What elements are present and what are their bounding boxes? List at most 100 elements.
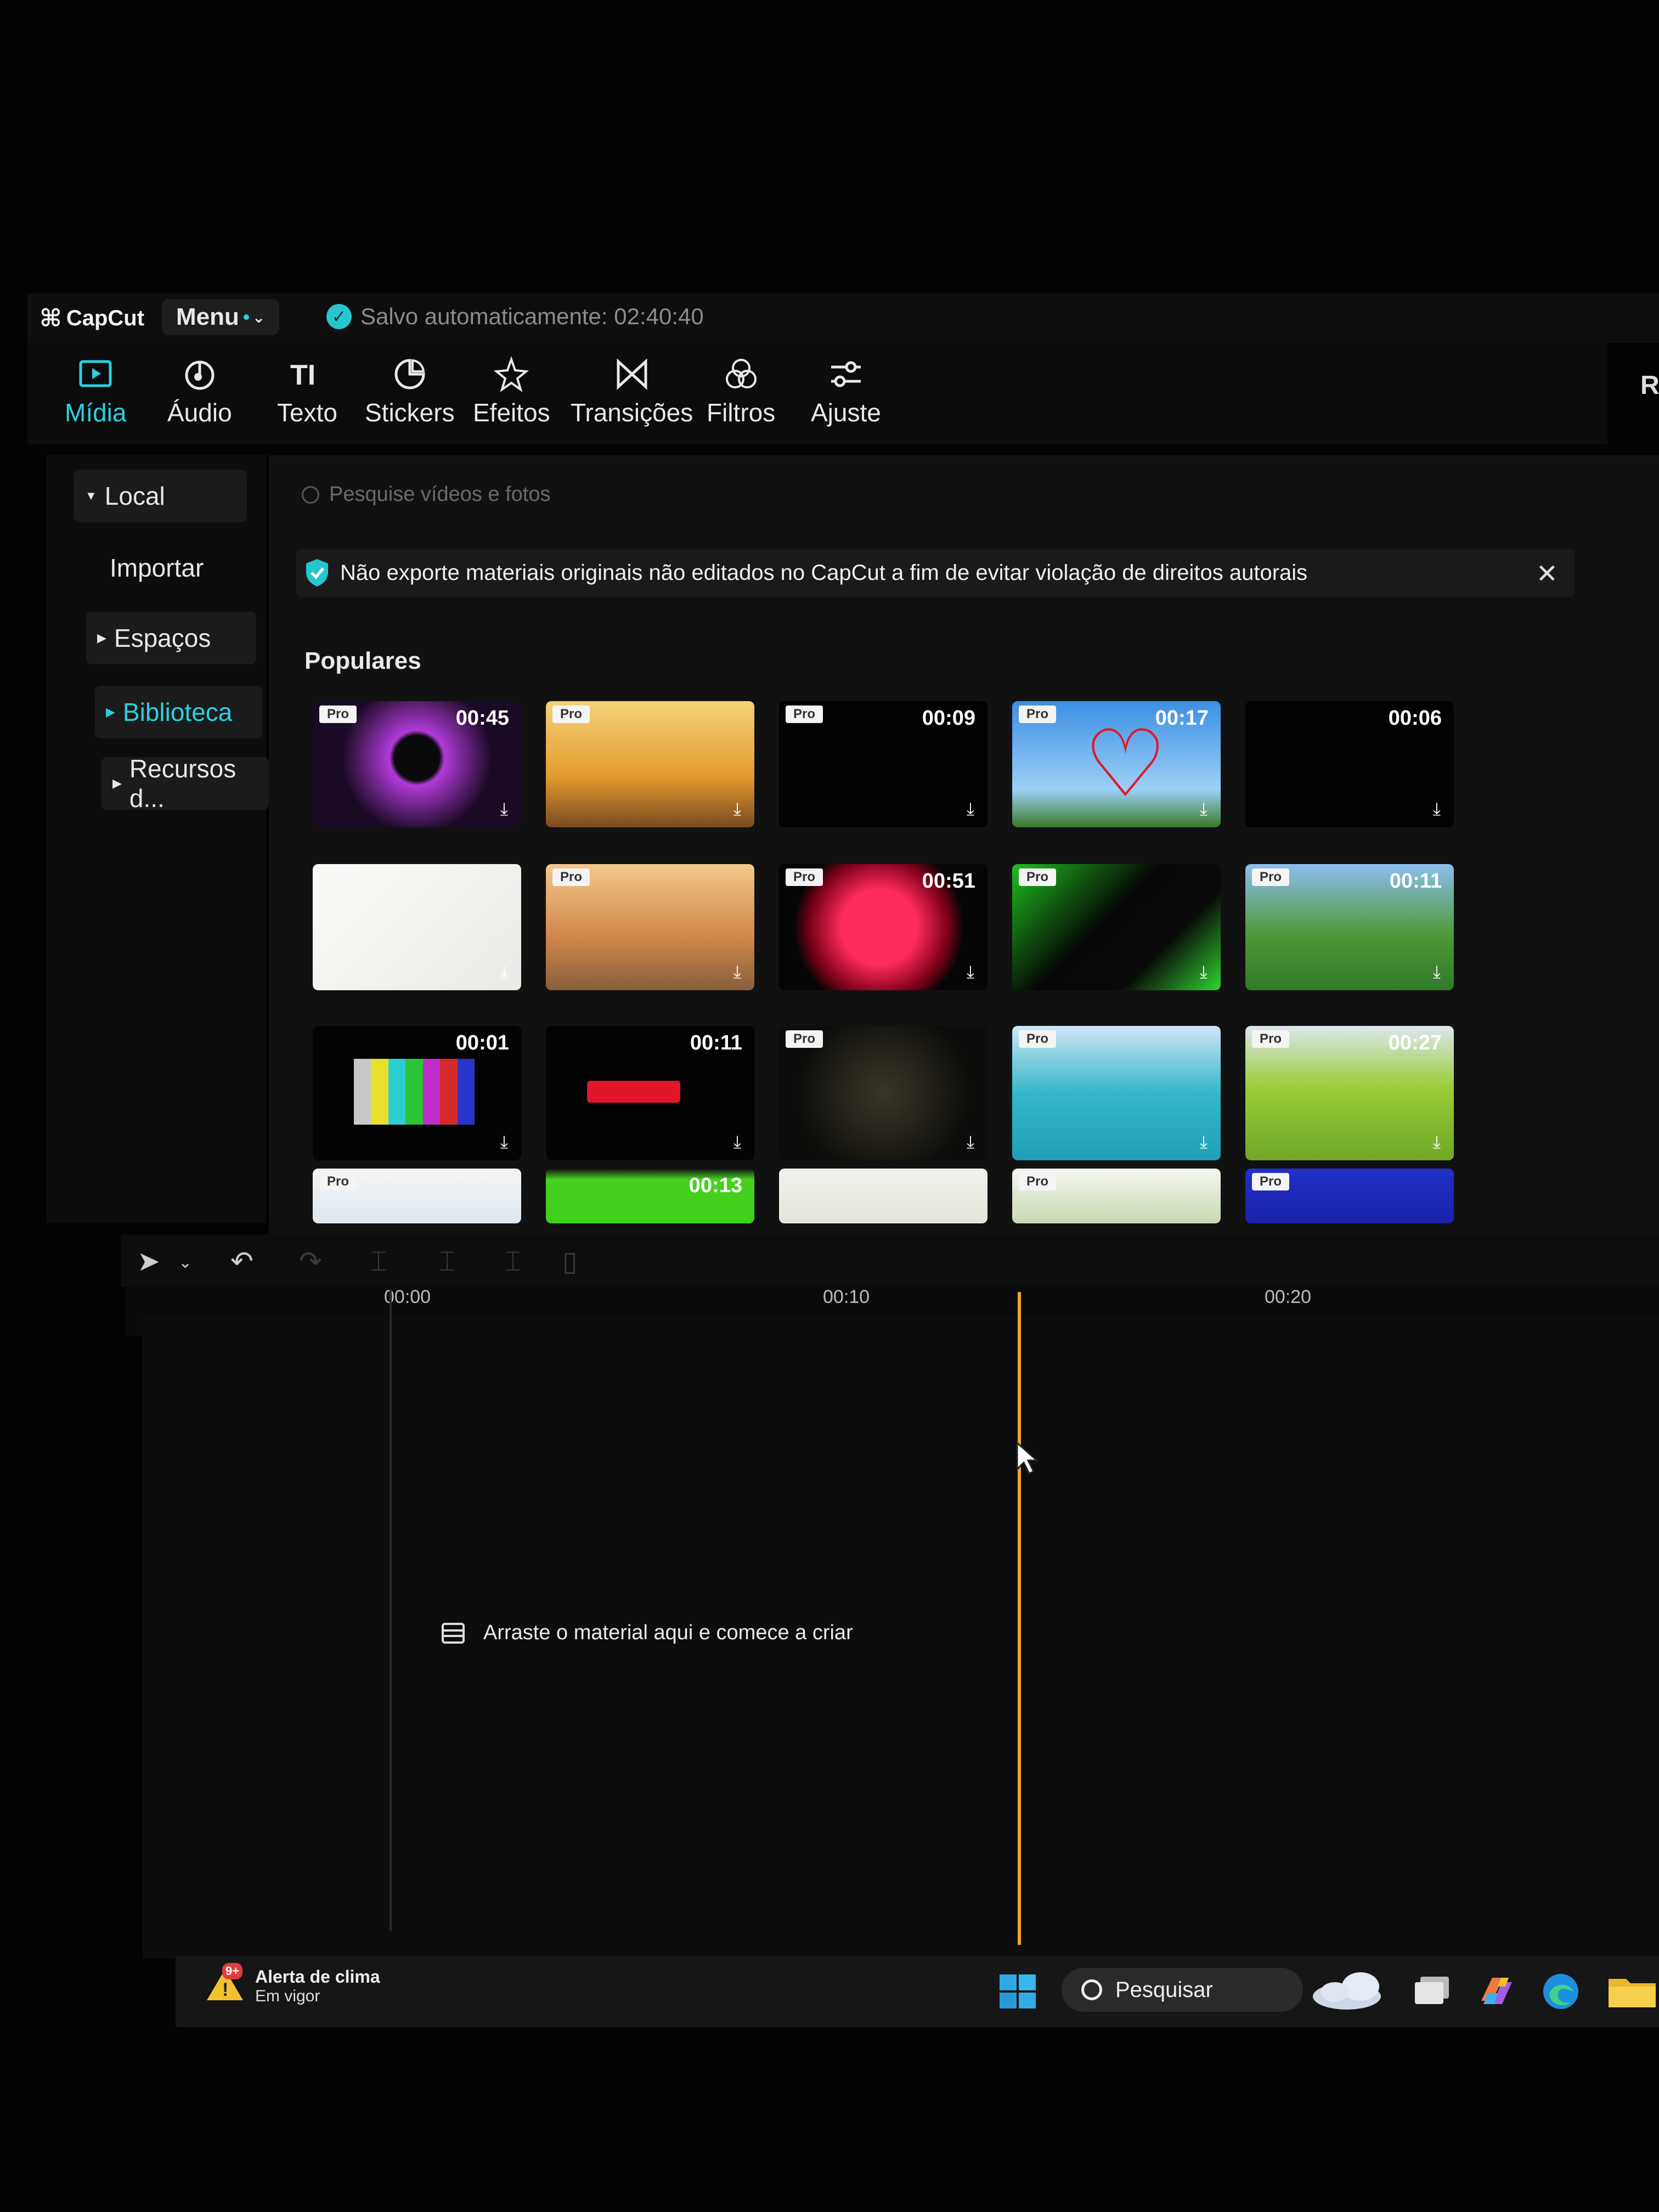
library-thumbnail[interactable]: Pro 00:27 ⤓ (1245, 1026, 1454, 1160)
chevron-down-icon[interactable]: ⌄ (178, 1253, 192, 1272)
split-left-icon[interactable]: ⌶ (439, 1245, 455, 1278)
library-thumbnail[interactable]: Pro ⤓ (1012, 864, 1221, 990)
library-thumbnail[interactable]: 00:11 ⤓ (546, 1026, 754, 1160)
sidebar-item-import[interactable]: Importar (99, 541, 252, 594)
download-icon[interactable]: ⤓ (967, 962, 974, 983)
download-icon[interactable]: ⤓ (733, 962, 741, 983)
tab-adjust[interactable]: Ajuste (811, 355, 881, 427)
color-bar (388, 1059, 406, 1125)
download-icon[interactable]: ⤓ (967, 1132, 974, 1153)
redo-icon[interactable]: ↷ (299, 1245, 322, 1277)
tab-effects[interactable]: Efeitos (473, 355, 550, 427)
pro-badge: Pro (552, 706, 590, 723)
menu-dot-icon (243, 314, 249, 320)
pro-badge: Pro (786, 706, 823, 723)
section-title: Populares (304, 647, 421, 674)
tab-label: Efeitos (473, 398, 550, 427)
select-cursor-icon[interactable]: ➤ (137, 1245, 160, 1277)
split-right-icon[interactable]: ⌶ (505, 1245, 521, 1278)
playhead[interactable] (1018, 1292, 1021, 1945)
tab-filters[interactable]: Filtros (707, 355, 775, 427)
tab-media[interactable]: Mídia (65, 355, 126, 427)
sidebar-item-library[interactable]: ▶ Biblioteca (95, 686, 262, 738)
split-icon[interactable]: ⌶ (370, 1245, 387, 1278)
notification-badge: 9+ (222, 1962, 243, 1979)
download-icon[interactable]: ⤓ (500, 962, 508, 983)
tab-transitions[interactable]: Transições (571, 355, 693, 427)
copyright-notice: Não exporte materiais originais não edit… (296, 549, 1575, 597)
library-thumbnail[interactable]: ♡ Pro 00:17 ⤓ (1012, 701, 1221, 827)
timeline-area[interactable] (143, 1317, 1659, 1959)
library-thumbnail[interactable]: ⤓ (313, 864, 521, 990)
download-icon[interactable]: ⤓ (967, 799, 974, 820)
color-bar (422, 1059, 441, 1125)
download-icon[interactable]: ⤓ (1433, 799, 1441, 820)
library-thumbnail[interactable]: Pro 00:45 ⤓ (313, 701, 521, 827)
duration-label: 00:27 (1388, 1031, 1442, 1054)
pro-badge: Pro (552, 868, 590, 886)
weather-cloud-icon[interactable] (1308, 1969, 1391, 2013)
timeline-toolbar: ➤ ⌄ ↶ ↷ ⌶ ⌶ ⌶ ▯ (121, 1234, 1659, 1286)
library-thumbnail[interactable]: 00:06 ⤓ (1245, 701, 1454, 827)
menu-label: Menu (176, 303, 239, 330)
download-icon[interactable]: ⤓ (733, 1132, 741, 1153)
mouse-cursor-icon (1016, 1442, 1039, 1475)
library-thumbnail[interactable]: Pro ⤓ (546, 864, 754, 990)
download-icon[interactable]: ⤓ (1433, 1132, 1441, 1153)
download-icon[interactable]: ⤓ (733, 799, 741, 820)
search-input[interactable]: Pesquise vídeos e fotos (329, 483, 550, 506)
library-thumbnail[interactable]: Pro (1245, 1169, 1454, 1223)
download-icon[interactable]: ⤓ (1433, 962, 1441, 983)
download-icon[interactable]: ⤓ (1200, 962, 1207, 983)
media-sidebar: ▼ Local Importar ▶ Espaços ▶ Biblioteca … (47, 455, 269, 1223)
duration-label: 00:51 (922, 870, 975, 893)
ruler-label: 00:10 (823, 1286, 870, 1307)
library-thumbnail[interactable]: Pro (1012, 1169, 1221, 1223)
pro-badge: Pro (1019, 706, 1057, 723)
download-icon[interactable]: ⤓ (1200, 799, 1207, 820)
taskbar-search[interactable]: Pesquisar (1062, 1968, 1303, 2012)
duration-label: 00:45 (455, 707, 509, 730)
library-thumbnail[interactable] (779, 1169, 988, 1223)
library-thumbnail[interactable]: Pro ⤓ (546, 701, 754, 827)
sidebar-item-resources[interactable]: ▶ Recursos d... (101, 754, 269, 812)
library-thumbnail[interactable]: 00:13 (546, 1169, 754, 1223)
media-play-icon (79, 360, 112, 387)
task-view-icon[interactable] (1413, 1976, 1451, 2006)
svg-text:!: ! (222, 1979, 228, 2000)
tab-label: Texto (277, 398, 337, 427)
subscribe-graphic (587, 1081, 680, 1103)
weather-widget[interactable]: ! 9+ Alerta de clima Em vigor (206, 1962, 380, 2006)
weather-title: Alerta de clima (255, 1967, 380, 1987)
file-explorer-icon[interactable] (1607, 1974, 1657, 2008)
library-thumbnail[interactable]: 00:01 ⤓ (313, 1026, 521, 1160)
library-thumbnail[interactable]: Pro (313, 1169, 521, 1223)
search-icon (302, 486, 319, 504)
weather-subtitle: Em vigor (255, 1987, 320, 2005)
undo-icon[interactable]: ↶ (230, 1245, 253, 1277)
tab-text[interactable]: TI Texto (277, 355, 337, 427)
copilot-icon[interactable] (1476, 1973, 1516, 2008)
title-bar: ⌘ CapCut Menu ⌄ ✓ Salvo automaticamente:… (27, 294, 1659, 343)
text-icon: TI (290, 359, 315, 391)
tab-audio[interactable]: Áudio (167, 355, 232, 427)
library-thumbnail[interactable]: Pro 00:11 ⤓ (1245, 864, 1454, 990)
tab-stickers[interactable]: Stickers (365, 355, 455, 427)
library-thumbnail[interactable]: Pro 00:51 ⤓ (779, 864, 988, 990)
sidebar-item-spaces[interactable]: ▶ Espaços (86, 612, 256, 664)
edge-browser-icon[interactable] (1542, 1972, 1580, 2011)
tab-label: Transições (571, 398, 693, 427)
windows-start-icon[interactable] (998, 1973, 1037, 2010)
library-thumbnail[interactable]: Pro ⤓ (779, 1026, 988, 1160)
notice-text: Não exporte materiais originais não edit… (340, 560, 1308, 585)
search-bar[interactable]: Pesquise vídeos e fotos (302, 483, 550, 506)
menu-button[interactable]: Menu ⌄ (162, 299, 280, 335)
download-icon[interactable]: ⤓ (500, 1132, 508, 1153)
download-icon[interactable]: ⤓ (500, 799, 508, 820)
delete-icon[interactable]: ▯ (562, 1245, 578, 1277)
close-icon[interactable]: ✕ (1536, 558, 1558, 589)
library-thumbnail[interactable]: Pro ⤓ (1012, 1026, 1221, 1160)
library-thumbnail[interactable]: Pro 00:09 ⤓ (779, 701, 988, 827)
sidebar-item-local[interactable]: ▼ Local (74, 470, 247, 522)
download-icon[interactable]: ⤓ (1200, 1132, 1207, 1153)
